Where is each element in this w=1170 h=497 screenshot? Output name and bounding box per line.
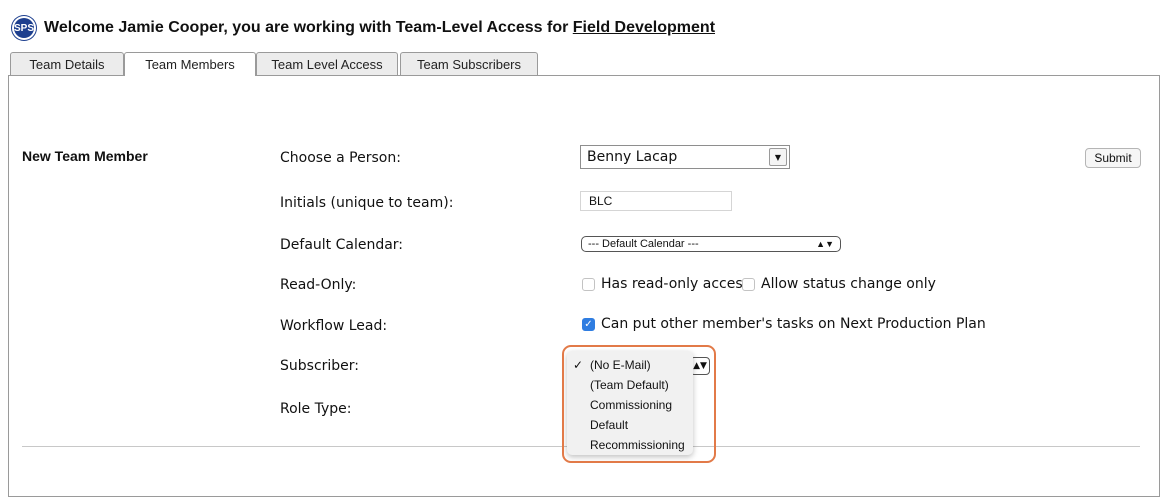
readonly-checkbox-label: Has read-only access <box>601 276 750 292</box>
status-change-checkbox-label: Allow status change only <box>761 276 936 292</box>
option-label: (No E-Mail) <box>590 358 651 372</box>
welcome-prefix: Welcome Jamie Cooper, you are working wi… <box>44 19 573 36</box>
dropdown-option-recommissioning[interactable]: Recommissioning <box>567 435 693 455</box>
person-select-value: Benny Lacap <box>587 149 678 165</box>
readonly-checkbox[interactable] <box>582 278 595 291</box>
updown-arrows-icon: ▲▼ <box>693 361 707 371</box>
option-label: Commissioning <box>590 398 673 412</box>
workflow-checkbox[interactable]: ✓ <box>582 318 595 331</box>
tab-label: Team Level Access <box>271 56 383 72</box>
updown-arrows-icon: ▲▼ <box>816 239 834 249</box>
person-select[interactable]: Benny Lacap ▼ <box>580 145 790 169</box>
check-icon: ✓ <box>584 319 593 330</box>
section-title: New Team Member <box>22 148 148 164</box>
status-change-checkbox[interactable] <box>742 278 755 291</box>
workflow-checkbox-label: Can put other member's tasks on Next Pro… <box>601 316 986 332</box>
dropdown-option-no-email[interactable]: ✓ (No E-Mail) <box>567 355 693 375</box>
dropdown-option-commissioning[interactable]: Commissioning <box>567 395 693 415</box>
tab-team-subscribers[interactable]: Team Subscribers <box>400 52 538 75</box>
readonly-label: Read-Only: <box>280 277 357 293</box>
tab-label: Team Details <box>29 56 105 72</box>
option-label: Default <box>590 418 629 432</box>
initials-input[interactable]: BLC <box>580 191 732 211</box>
dropdown-option-team-default[interactable]: (Team Default) <box>567 375 693 395</box>
role-type-label: Role Type: <box>280 401 352 417</box>
option-label: Recommissioning <box>590 438 685 452</box>
tab-label: Team Members <box>145 57 235 72</box>
workflow-label: Workflow Lead: <box>280 318 388 334</box>
submit-button[interactable]: Submit <box>1085 148 1141 168</box>
choose-person-label: Choose a Person: <box>280 150 401 166</box>
sps-logo: SPS <box>12 16 36 40</box>
dropdown-option-default[interactable]: Default <box>567 415 693 435</box>
tab-team-members[interactable]: Team Members <box>124 52 256 76</box>
tab-team-level-access[interactable]: Team Level Access <box>256 52 398 75</box>
page-header: SPS Welcome Jamie Cooper, you are workin… <box>12 14 715 42</box>
tab-label: Team Subscribers <box>416 56 522 72</box>
team-link[interactable]: Field Development <box>573 19 715 36</box>
tab-team-details[interactable]: Team Details <box>10 52 124 75</box>
calendar-label: Default Calendar: <box>280 237 404 253</box>
checkmark-icon: ✓ <box>573 358 584 372</box>
chevron-down-icon: ▼ <box>769 148 787 166</box>
welcome-text: Welcome Jamie Cooper, you are working wi… <box>44 19 715 37</box>
calendar-select[interactable]: --- Default Calendar --- ▲▼ <box>581 236 841 252</box>
subscriber-dropdown-menu: ✓ (No E-Mail) (Team Default) Commissionin… <box>567 351 693 455</box>
subscriber-select[interactable]: ▲▼ <box>690 357 710 375</box>
calendar-select-value: --- Default Calendar --- <box>588 238 699 250</box>
initials-label: Initials (unique to team): <box>280 195 454 211</box>
subscriber-label: Subscriber: <box>280 358 360 374</box>
option-label: (Team Default) <box>590 378 669 392</box>
